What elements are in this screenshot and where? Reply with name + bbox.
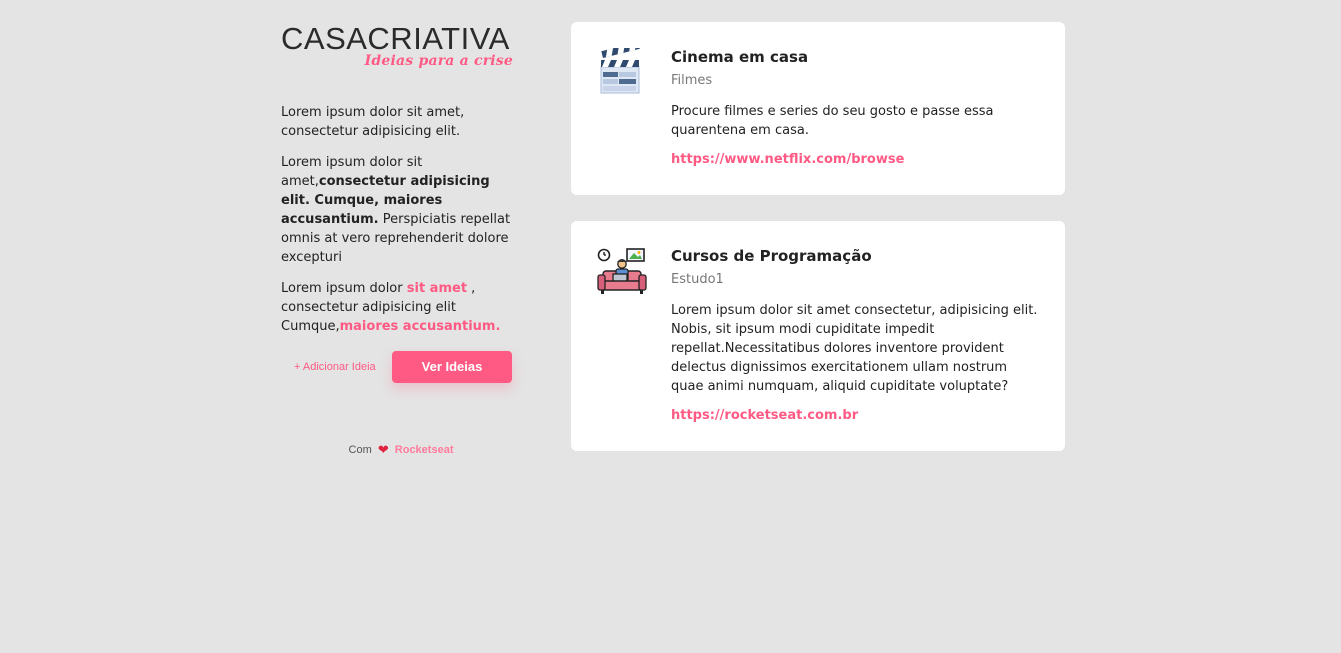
heart-icon: ❤ — [377, 442, 389, 457]
idea-link[interactable]: https://www.netflix.com/browse — [671, 150, 1043, 169]
idea-card-body: Cinema em casa Filmes Procure filmes e s… — [671, 46, 1043, 169]
logo-word-casa: CASA — [281, 21, 368, 56]
logo-tagline: Ideias para a crise — [364, 53, 513, 69]
actions: + Adicionar Ideia Ver Ideias — [281, 351, 513, 383]
intro-p3-highlight-2: maiores accusantium. — [339, 319, 501, 334]
page: CASACRIATIVA Ideias para a crise Lorem i… — [0, 0, 1341, 653]
idea-description: Procure filmes e series do seu gosto e p… — [671, 104, 994, 138]
logo-wordmark: CASACRIATIVA — [281, 22, 510, 56]
idea-category: Estudo1 — [671, 272, 724, 287]
intro-p3-highlight-1: sit amet — [406, 281, 468, 296]
logo-word-criativa: CRIATIVA — [367, 21, 510, 56]
idea-title: Cursos de Programação — [671, 247, 872, 265]
person-coding-on-couch-icon — [597, 247, 647, 297]
idea-description: Lorem ipsum dolor sit amet consectetur, … — [671, 303, 1038, 394]
footer: Com ❤ Rocketseat — [281, 442, 521, 458]
footer-brand-link[interactable]: Rocketseat — [395, 444, 454, 456]
intro-paragraph-1: Lorem ipsum dolor sit amet, consectetur … — [281, 105, 465, 139]
idea-card: Cursos de Programação Estudo1 Lorem ipsu… — [571, 221, 1065, 451]
view-ideas-button[interactable]: Ver Ideias — [392, 351, 512, 383]
idea-card-body: Cursos de Programação Estudo1 Lorem ipsu… — [671, 245, 1043, 425]
idea-title: Cinema em casa — [671, 48, 809, 66]
intro-text: Lorem ipsum dolor sit amet, consectetur … — [281, 103, 513, 336]
idea-card: Cinema em casa Filmes Procure filmes e s… — [571, 22, 1065, 195]
sidebar: CASACRIATIVA Ideias para a crise Lorem i… — [281, 22, 513, 458]
intro-p3-part-a: Lorem ipsum dolor — [281, 281, 407, 296]
add-idea-link[interactable]: + Adicionar Ideia — [294, 361, 376, 373]
idea-category: Filmes — [671, 73, 713, 88]
logo[interactable]: CASACRIATIVA Ideias para a crise — [281, 22, 513, 72]
footer-prefix: Com — [348, 444, 372, 456]
intro-paragraph-3: Lorem ipsum dolor sit amet , consectetur… — [281, 279, 513, 336]
clapperboard-icon — [597, 42, 647, 98]
intro-paragraph-2: Lorem ipsum dolor sit amet,consectetur a… — [281, 153, 513, 267]
idea-link[interactable]: https://rocketseat.com.br — [671, 406, 1043, 425]
